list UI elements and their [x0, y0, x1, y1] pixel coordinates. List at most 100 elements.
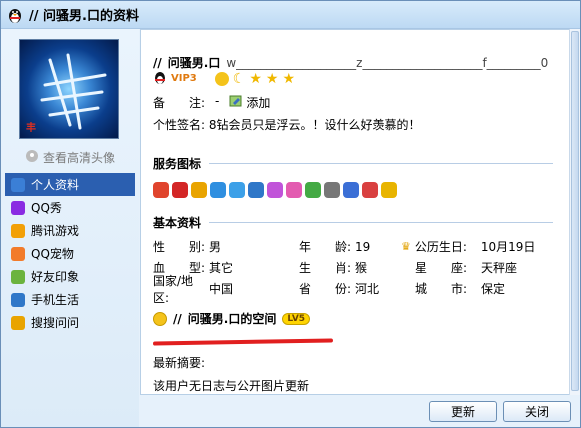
- update-button[interactable]: 更新: [429, 401, 497, 422]
- scrollbar[interactable]: [569, 29, 580, 395]
- zoom-icon: [25, 149, 39, 166]
- name-prefix: //: [153, 55, 162, 70]
- sidebar-item-label: 腾讯游戏: [31, 224, 80, 238]
- info-label: 星 座:: [415, 261, 468, 275]
- add-remark-button[interactable]: 添加: [229, 94, 270, 111]
- nickname-row: // 问骚男.口 w____________________z_________…: [153, 54, 548, 71]
- service-icon[interactable]: [191, 182, 207, 198]
- service-icon[interactable]: [286, 182, 302, 198]
- window-title: // 问骚男.口的资料: [29, 9, 139, 24]
- service-icon[interactable]: [381, 182, 397, 198]
- sidebar-item-label: 好友印象: [31, 270, 80, 284]
- star-icon: ★: [282, 70, 295, 87]
- profile-content: // 问骚男.口 w____________________z_________…: [140, 29, 571, 395]
- info-value: 10月19日: [480, 240, 536, 254]
- sidebar-item-3[interactable]: QQ宠物: [5, 242, 135, 265]
- service-icon[interactable]: [210, 182, 226, 198]
- service-icon[interactable]: [343, 182, 359, 198]
- divider: [209, 162, 553, 164]
- profile-icon: [11, 177, 25, 192]
- game-icon: [11, 223, 25, 238]
- remark-label: 备 注:: [153, 96, 206, 110]
- sidebar-item-label: 搜搜问问: [31, 316, 80, 330]
- info-label: 城 市:: [415, 282, 468, 296]
- remark-value: -: [215, 94, 220, 108]
- nickname: 问骚男.口: [167, 56, 221, 70]
- info-value: 天秤座: [481, 261, 518, 275]
- basic-info-header: 基本资料: [153, 214, 553, 230]
- service-icons-header: 服务图标: [153, 155, 553, 171]
- profile-window: // 问骚男.口的资料 丰 查看高清头像 个人资料 QQ秀腾讯游戏 QQ宠物好友印象…: [0, 0, 581, 428]
- view-hd-avatar-link[interactable]: 查看高清头像: [25, 149, 115, 166]
- info-row: 血 型: 其它生 肖: 猴星 座: 天秤座: [153, 257, 570, 278]
- star-icon: ★: [249, 70, 262, 87]
- service-icon[interactable]: [305, 182, 321, 198]
- space-level-badge: LV5: [282, 312, 311, 325]
- basic-info-title: 基本资料: [153, 215, 202, 230]
- vip-badge[interactable]: VIP3: [171, 73, 197, 84]
- space-title[interactable]: 问骚男.口的空间: [188, 310, 277, 327]
- nickname-trailing: w____________________z__________________…: [226, 55, 549, 70]
- service-icon[interactable]: [267, 182, 283, 198]
- basic-info-grid: 性 别: 男年 龄: 19 ♛ 公历生日: 10月19日血 型: 其它生 肖: 猴星 座: 天秤…: [153, 236, 570, 305]
- scroll-thumb[interactable]: [571, 31, 579, 391]
- sidebar-item-label: QQ秀: [31, 201, 62, 215]
- close-button[interactable]: 关闭: [503, 401, 571, 422]
- service-icon[interactable]: [324, 182, 340, 198]
- info-label: 生 肖:: [299, 261, 352, 275]
- sidebar-item-0[interactable]: 个人资料: [5, 173, 135, 196]
- qzone-icon: [153, 311, 167, 326]
- info-label: 公历生日:: [414, 240, 467, 254]
- service-icon[interactable]: [172, 182, 188, 198]
- info-row: 性 别: 男年 龄: 19 ♛ 公历生日: 10月19日: [153, 236, 570, 257]
- birthday-crown-icon: ♛: [401, 240, 411, 253]
- service-icon[interactable]: [362, 182, 378, 198]
- sidebar-item-6[interactable]: 搜搜问问: [5, 311, 135, 334]
- latest-summary-label: 最新摘要:: [153, 356, 206, 370]
- penguin-icon: [7, 6, 23, 24]
- info-value: 男: [209, 240, 222, 254]
- service-icons-title: 服务图标: [153, 156, 202, 171]
- service-icon[interactable]: [153, 182, 169, 198]
- service-icon[interactable]: [248, 182, 264, 198]
- info-value: 保定: [481, 282, 506, 296]
- remark-row: 备 注: - 添加: [153, 94, 270, 111]
- sidebar-item-label: 手机生活: [31, 293, 80, 307]
- sidebar-nav: 个人资料 QQ秀腾讯游戏 QQ宠物好友印象手机生活搜搜问问: [5, 173, 135, 334]
- view-hd-avatar-label: 查看高清头像: [43, 151, 116, 165]
- moon-icon: ☾: [232, 70, 246, 87]
- sidebar: 丰 查看高清头像 个人资料 QQ秀腾讯游戏 QQ宠物好友印象手机生活搜搜问问: [1, 29, 139, 427]
- sidebar-item-2[interactable]: 腾讯游戏: [5, 219, 135, 242]
- info-row: 国家/地区: 中国 省 份: 河北 城 市: 保定: [153, 274, 570, 305]
- info-value: 猴: [355, 261, 368, 275]
- qq-show-icon: [11, 200, 25, 215]
- star-icon: ★: [265, 70, 279, 87]
- sidebar-item-label: QQ宠物: [31, 247, 74, 261]
- redaction-mark: [152, 338, 334, 346]
- footer: 更新 关闭: [140, 395, 580, 427]
- penguin-icon: [153, 70, 167, 87]
- info-value: 其它: [209, 261, 234, 275]
- mobile-icon: [11, 292, 25, 307]
- sidebar-item-4[interactable]: 好友印象: [5, 265, 135, 288]
- service-icon[interactable]: [229, 182, 245, 198]
- edit-icon: [229, 94, 243, 111]
- info-label: 年 龄:: [299, 240, 352, 254]
- title-bar: // 问骚男.口的资料: [1, 1, 580, 29]
- info-label: 国家/地区:: [153, 273, 194, 305]
- info-value: 河北: [355, 282, 380, 296]
- impression-icon: [11, 269, 25, 284]
- space-header: // 问骚男.口的空间 LV5: [153, 310, 311, 327]
- badges-row: VIP3 ☾ ★ ★ ★: [153, 70, 295, 87]
- pet-icon: [11, 246, 25, 261]
- soso-icon: [11, 315, 25, 330]
- info-value: 中国: [209, 282, 234, 296]
- sidebar-item-label: 个人资料: [31, 178, 80, 192]
- sidebar-item-5[interactable]: 手机生活: [5, 288, 135, 311]
- sidebar-item-1[interactable]: QQ秀: [5, 196, 135, 219]
- service-icons: [153, 182, 397, 198]
- space-prefix: //: [173, 311, 182, 326]
- avatar-stamp: 丰: [26, 123, 36, 134]
- signature: 个性签名: 8钻会员只是浮云。！设什么好羡慕的！: [153, 118, 421, 132]
- avatar[interactable]: 丰: [19, 39, 119, 139]
